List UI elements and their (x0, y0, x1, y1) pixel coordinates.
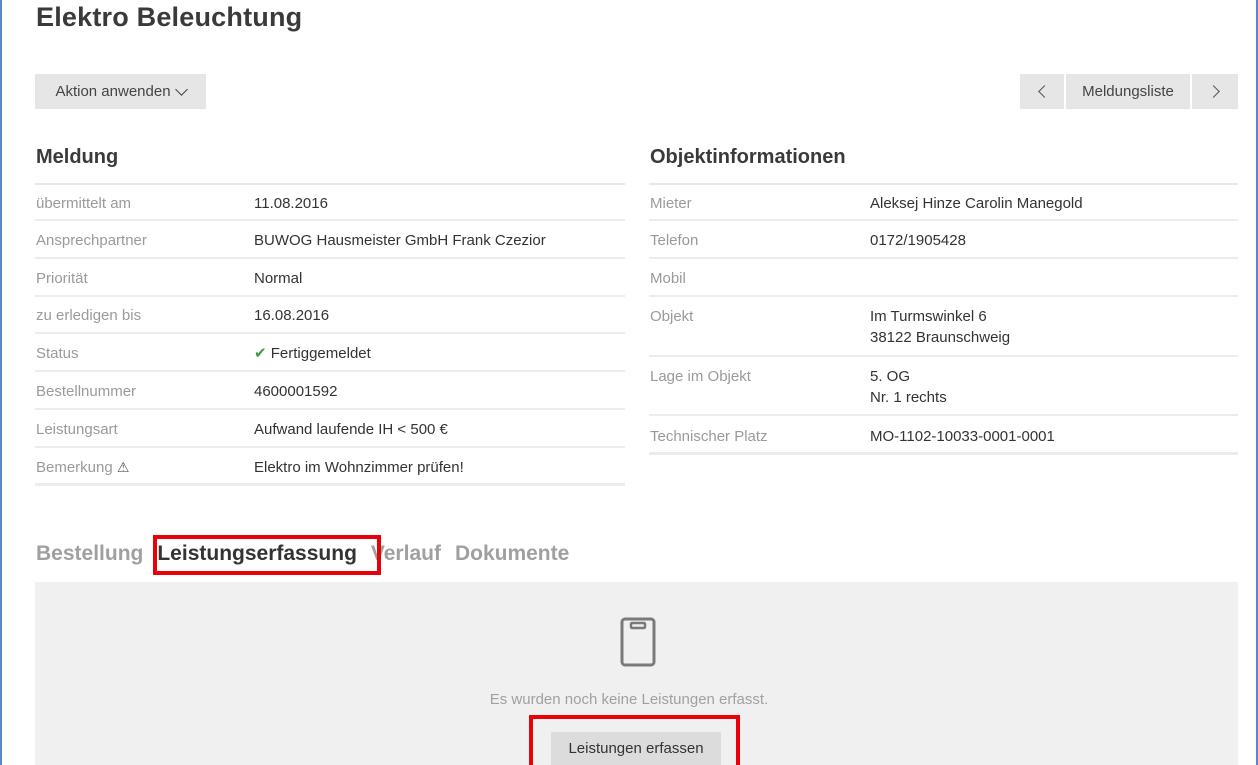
highlight-frame-button (529, 715, 740, 765)
field-value: Aufwand laufende IH < 500 € (254, 421, 448, 438)
table-row: Bemerkung ⚠ Elektro im Wohnzimmer prüfen… (35, 448, 625, 486)
field-value: 5. OG Nr. 1 rechts (870, 366, 947, 414)
address-city: 38122 Braunschweig (870, 329, 1011, 346)
status-value: ✔ Fertiggemeldet (254, 343, 371, 370)
field-label: Lage im Objekt (650, 368, 751, 385)
location-floor: 5. OG (870, 368, 911, 385)
highlight-frame-tab (153, 535, 381, 575)
field-value: Elektro im Wohnzimmer prüfen! (254, 459, 464, 476)
table-row: Ansprechpartner BUWOG Hausmeister GmbH F… (35, 221, 625, 259)
table-row: zu erledigen bis 16.08.2016 (35, 297, 625, 334)
chevron-right-icon (1206, 85, 1220, 98)
field-value: Aleksej Hinze Carolin Manegold (870, 195, 1083, 212)
table-row: Objekt Im Turmswinkel 6 38122 Braunschwe… (649, 297, 1238, 357)
table-row: Priorität Normal (35, 259, 625, 297)
tab-verlauf[interactable]: Verlauf (371, 542, 441, 566)
table-row: Leistungsart Aufwand laufende IH < 500 € (35, 410, 625, 448)
warning-icon: ⚠ (116, 459, 130, 475)
field-value: 4600001592 (254, 383, 338, 400)
chevron-down-icon (174, 82, 188, 96)
field-value: 0172/1905428 (870, 232, 966, 249)
table-row: übermittelt am 11.08.2016 (35, 185, 625, 221)
window-frame-left (0, 0, 2, 765)
location-unit: Nr. 1 rechts (870, 389, 947, 406)
field-value: 11.08.2016 (254, 195, 328, 212)
field-label: zu erledigen bis (36, 307, 142, 324)
checkmark-icon: ✔ (254, 345, 267, 362)
field-label: Priorität (36, 270, 88, 287)
address-street: Im Turmswinkel 6 (870, 308, 987, 325)
report-list-button[interactable]: Meldungsliste (1066, 74, 1190, 109)
apply-action-dropdown[interactable]: Aktion anwenden (35, 74, 206, 109)
previous-button[interactable] (1020, 74, 1064, 109)
table-row: Mobil (649, 259, 1238, 297)
field-label: Bestellnummer (36, 383, 137, 400)
meldung-heading: Meldung (36, 146, 119, 168)
table-row: Status ✔ Fertiggemeldet (35, 334, 625, 372)
next-button[interactable] (1192, 74, 1238, 109)
field-value: BUWOG Hausmeister GmbH Frank Czezior (254, 232, 546, 249)
field-label: Ansprechpartner (36, 232, 147, 249)
table-row: Mieter Aleksej Hinze Carolin Manegold (649, 185, 1238, 221)
table-row: Telefon 0172/1905428 (649, 221, 1238, 259)
tab-bestellung[interactable]: Bestellung (36, 542, 143, 566)
field-label: Status (36, 345, 79, 362)
tab-dokumente[interactable]: Dokumente (455, 542, 569, 566)
page-title: Elektro Beleuchtung (36, 2, 303, 32)
field-label: Telefon (650, 232, 699, 249)
field-label: übermittelt am (36, 195, 132, 212)
field-label: Technischer Platz (650, 428, 768, 445)
field-value: MO-1102-10033-0001-0001 (870, 428, 1055, 445)
field-value: Im Turmswinkel 6 38122 Braunschweig (870, 306, 1010, 355)
field-label: Bemerkung ⚠ (35, 457, 254, 483)
field-label: Mieter (650, 195, 692, 212)
empty-state-message: Es wurden noch keine Leistungen erfasst. (489, 691, 769, 708)
field-value: 16.08.2016 (254, 307, 330, 324)
field-value: Normal (254, 270, 303, 287)
table-row: Lage im Objekt 5. OG Nr. 1 rechts (649, 357, 1238, 416)
clipboard-icon (620, 617, 656, 667)
meldung-table: übermittelt am 11.08.2016 Ansprechpartne… (35, 183, 625, 486)
field-label: Mobil (650, 270, 686, 287)
table-row: Technischer Platz MO-1102-10033-0001-000… (649, 416, 1238, 455)
table-row: Bestellnummer 4600001592 (35, 372, 625, 410)
objekt-heading: Objektinformationen (650, 146, 846, 168)
field-label: Leistungsart (36, 421, 118, 438)
chevron-left-icon (1037, 85, 1051, 98)
status-text: Fertiggemeldet (270, 345, 371, 362)
field-label: Objekt (650, 308, 694, 325)
objekt-table: Mieter Aleksej Hinze Carolin Manegold Te… (649, 183, 1238, 455)
remark-label-text: Bemerkung (36, 459, 113, 476)
apply-action-label: Aktion anwenden (55, 83, 171, 100)
